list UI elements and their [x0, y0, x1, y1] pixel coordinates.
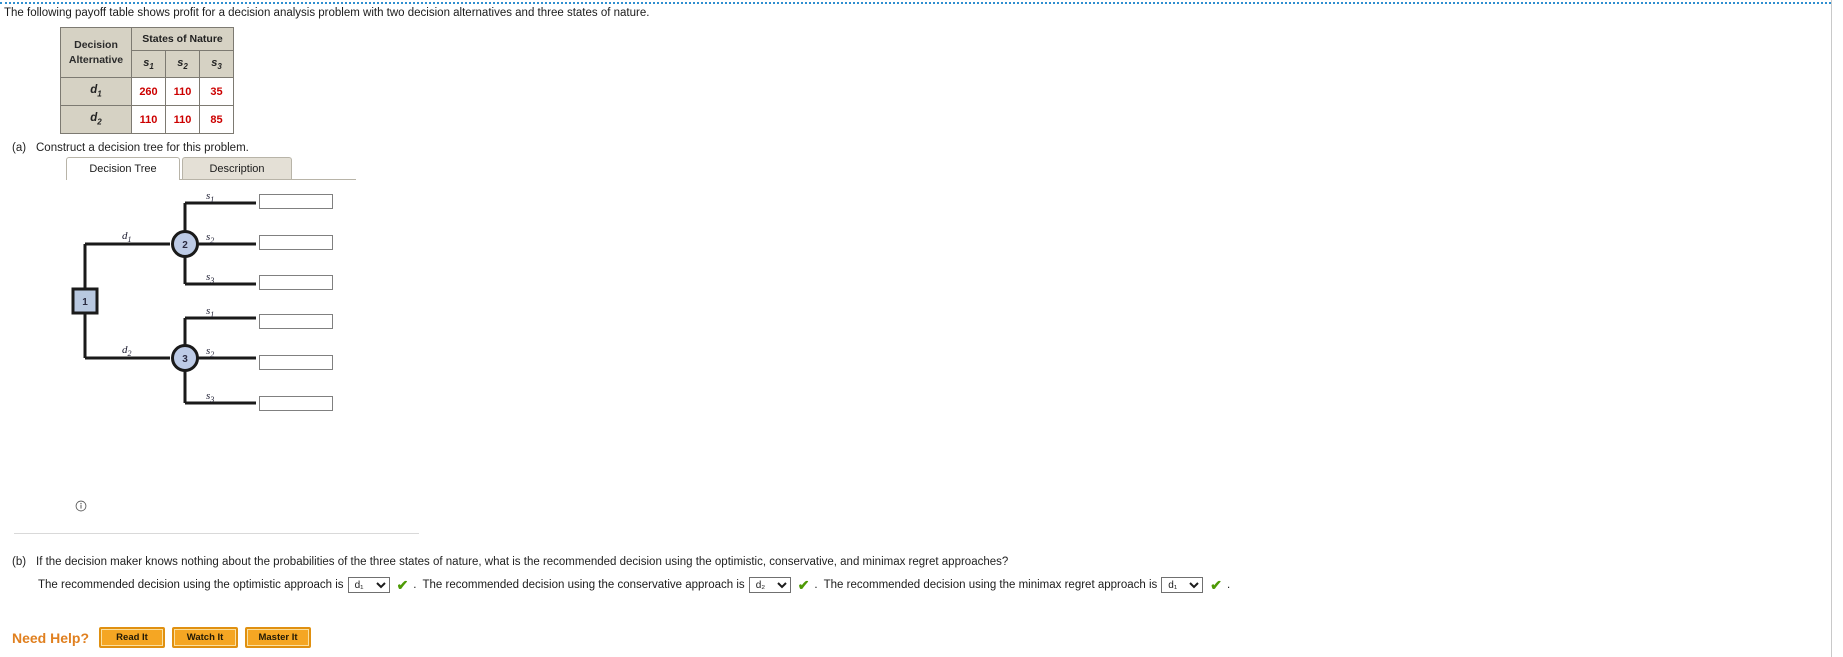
top-s2-sub: 2 [210, 236, 214, 245]
row-label-d2: d2 [60, 105, 132, 134]
s1-sub: 1 [149, 62, 154, 72]
d2-sub: 2 [97, 117, 102, 127]
decision-tree-diagram: 1 2 3 d1 d2 s1 s2 s3 s1 s2 s3 [71, 190, 256, 405]
column-header-s3: s3 [199, 50, 234, 78]
payoff-table: Decision Alternative States of Nature s1… [60, 27, 234, 134]
minimax-lead-text: The recommended decision using the minim… [823, 579, 1158, 591]
branch-label-top-s1: s1 [206, 190, 214, 204]
part-b-question: (b) If the decision maker knows nothing a… [12, 556, 1008, 568]
info-circle-icon[interactable] [75, 500, 87, 512]
conservative-lead-text: The recommended decision using the conse… [422, 579, 745, 591]
problem-intro-text: The following payoff table shows profit … [4, 7, 650, 19]
table-row: d1 260 110 35 [60, 77, 234, 106]
section-divider [14, 533, 419, 534]
payoff-input-d1-s3[interactable] [259, 275, 333, 290]
conservative-trailing-period: . [814, 579, 818, 591]
branch-label-bottom-s3: s3 [206, 390, 214, 404]
optimistic-correct-check-icon: ✔ [396, 577, 409, 593]
branch-label-d2-sub: 2 [128, 349, 132, 358]
cell-d2-s3: 85 [199, 105, 234, 134]
chance-node-2-label: 2 [182, 240, 188, 251]
page-top-divider [0, 2, 1831, 4]
branch-label-bottom-s1: s1 [206, 305, 214, 319]
optimistic-trailing-period: . [413, 579, 417, 591]
minimax-correct-check-icon: ✔ [1210, 577, 1223, 593]
corner-line-2: Alternative [68, 53, 124, 66]
bottom-s2-sub: 2 [210, 350, 214, 359]
tab-active-underlay [67, 178, 179, 181]
tree-branch-lines [83, 201, 256, 405]
part-a-question: (a) Construct a decision tree for this pr… [12, 142, 249, 154]
need-help-label: Need Help? [12, 629, 90, 646]
table-row-header-1: Decision Alternative States of Nature [60, 27, 234, 78]
branch-label-d1-sub: 1 [128, 235, 132, 244]
top-s1-sub: 1 [210, 195, 214, 204]
payoff-input-d1-s2[interactable] [259, 235, 333, 250]
branch-label-bottom-s2: s2 [206, 345, 214, 359]
minimax-trailing-period: . [1227, 579, 1231, 591]
cell-d1-s2: 110 [165, 77, 200, 106]
decision-alternative-header: Decision Alternative [60, 27, 132, 78]
branch-label-d2: d2 [122, 344, 132, 358]
top-s3-sub: 3 [209, 276, 214, 285]
conservative-approach-select[interactable]: d₁ d₂ [748, 577, 791, 593]
part-b-prompt: If the decision maker knows nothing abou… [36, 556, 1009, 568]
bottom-s3-sub: 3 [209, 395, 214, 404]
payoff-table-container: Decision Alternative States of Nature s1… [60, 27, 234, 134]
read-it-button[interactable]: Read It [99, 627, 166, 648]
s2-sub: 2 [183, 62, 188, 72]
d1-sub: 1 [97, 89, 102, 99]
minimax-regret-approach-select[interactable]: d₁ d₂ [1161, 577, 1204, 593]
branch-label-top-s2: s2 [206, 231, 214, 245]
optimistic-lead-text: The recommended decision using the optim… [38, 579, 344, 591]
decision-node-1-label: 1 [82, 297, 88, 308]
page-right-divider [1831, 0, 1832, 657]
column-header-s1: s1 [131, 50, 166, 78]
watch-it-button[interactable]: Watch It [172, 627, 239, 648]
part-b-answer-row: The recommended decision using the optim… [38, 577, 1230, 593]
master-it-button[interactable]: Master It [245, 627, 312, 648]
cell-d1-s3: 35 [199, 77, 234, 106]
payoff-input-d2-s3[interactable] [259, 396, 333, 411]
s3-sub: 3 [217, 62, 222, 72]
corner-line-1: Decision [74, 39, 118, 52]
tab-description[interactable]: Description [182, 157, 292, 179]
conservative-correct-check-icon: ✔ [797, 577, 810, 593]
cell-d1-s1: 260 [131, 77, 166, 106]
payoff-input-d2-s1[interactable] [259, 314, 333, 329]
branch-label-top-s3: s3 [206, 271, 214, 285]
cell-d2-s1: 110 [131, 105, 166, 134]
payoff-input-d2-s2[interactable] [259, 355, 333, 370]
tab-decision-tree[interactable]: Decision Tree [66, 157, 180, 179]
optimistic-approach-select[interactable]: d₁ d₂ [347, 577, 390, 593]
states-of-nature-header: States of Nature [131, 27, 234, 51]
column-header-s2: s2 [165, 50, 200, 78]
part-b-label: (b) [12, 556, 27, 568]
need-help-section: Need Help? Read It Watch It Master It [12, 627, 318, 648]
table-row: d2 110 110 85 [60, 105, 234, 134]
payoff-input-d1-s1[interactable] [259, 194, 333, 209]
part-a-prompt: Construct a decision tree for this probl… [36, 142, 249, 154]
branch-label-d1: d1 [122, 230, 132, 244]
bottom-s1-sub: 1 [210, 310, 214, 319]
chance-node-3-label: 3 [182, 354, 188, 365]
part-a-label: (a) [12, 142, 27, 154]
cell-d2-s2: 110 [165, 105, 200, 134]
row-label-d1: d1 [60, 77, 132, 106]
